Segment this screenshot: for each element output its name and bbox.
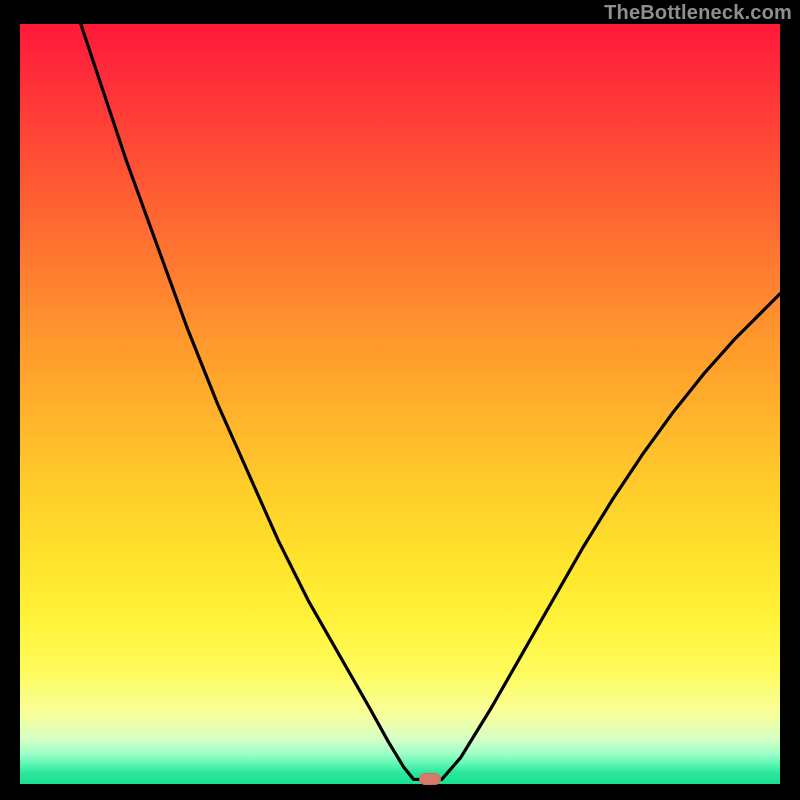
chart-frame: TheBottleneck.com [0,0,800,800]
bottleneck-curve [20,24,780,784]
minimum-marker [419,773,441,785]
watermark-text: TheBottleneck.com [604,2,792,25]
